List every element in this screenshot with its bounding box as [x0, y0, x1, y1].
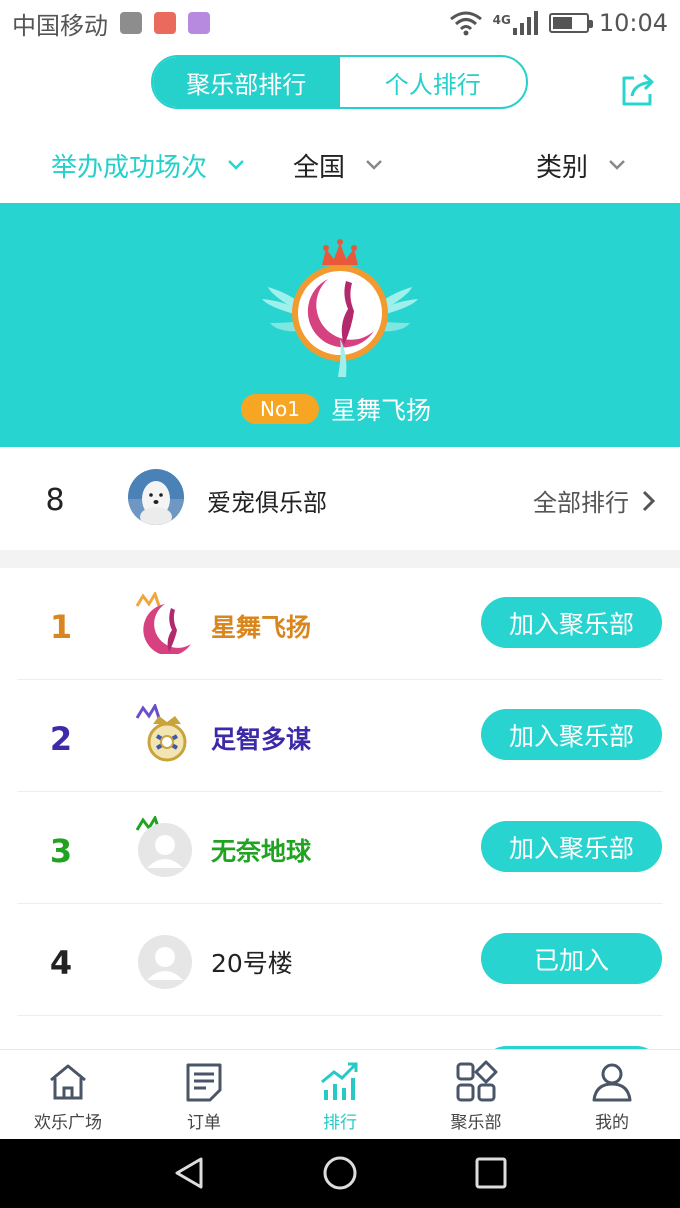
order-icon	[186, 1063, 222, 1102]
home-icon	[50, 1064, 86, 1100]
ranking-row[interactable]: 4 20号楼 已加入	[0, 904, 680, 1016]
ranking-row[interactable]: 2 足智多谋 加入聚乐部	[0, 680, 680, 792]
chart-icon	[321, 1062, 358, 1100]
nav-label: 排行	[323, 1113, 357, 1133]
nav-item-me[interactable]: 我的	[544, 1050, 680, 1139]
my-club-avatar[interactable]	[128, 469, 184, 525]
category-filter[interactable]: 类别	[536, 135, 626, 195]
join-club-button[interactable]: 加入聚乐部	[481, 597, 662, 648]
cloud-notification-icon	[154, 12, 176, 34]
wifi-icon	[449, 11, 482, 36]
category-filter-label: 类别	[536, 152, 589, 183]
gallery-notification-icon	[120, 12, 142, 34]
my-club-name[interactable]: 爱宠俱乐部	[207, 483, 327, 518]
club-logo	[135, 704, 187, 762]
club-logo	[138, 935, 192, 989]
club-logo	[135, 592, 191, 654]
no1-badge: No1	[241, 394, 319, 424]
share-icon[interactable]	[618, 70, 658, 110]
region-filter[interactable]: 全国	[293, 135, 383, 195]
battery-icon	[548, 13, 593, 33]
carrier-label: 中国移动	[12, 11, 108, 40]
network-type: 4G	[492, 13, 511, 27]
chevron-right-icon	[642, 490, 656, 511]
chevron-down-icon	[609, 160, 625, 170]
champion-emblem[interactable]	[258, 235, 422, 385]
top-club-name[interactable]: 星舞飞扬	[331, 391, 431, 427]
join-club-button[interactable]: 加入聚乐部	[481, 821, 662, 872]
chevron-down-icon	[228, 160, 244, 170]
clock: 10:04	[598, 9, 668, 37]
ranking-type-tabs: 聚乐部排行 个人排行	[151, 55, 528, 109]
tab-club-ranking[interactable]: 聚乐部排行	[153, 57, 340, 107]
rank-number: 4	[49, 944, 73, 982]
region-filter-label: 全国	[293, 152, 346, 183]
tab-personal-ranking[interactable]: 个人排行	[340, 57, 527, 107]
user-icon	[592, 1063, 632, 1102]
rank-number: 3	[49, 832, 73, 870]
joined-button[interactable]: 已加入	[481, 933, 662, 984]
nav-label: 我的	[595, 1113, 629, 1133]
club-name: 20号楼	[211, 949, 293, 978]
ranking-row[interactable]: 3 无奈地球 加入聚乐部	[0, 792, 680, 904]
status-bar: 中国移动 4G 10:04	[0, 0, 680, 46]
apps-icon	[456, 1060, 498, 1102]
bottom-nav: 欢乐广场 订单 排行 聚乐部 我的	[0, 1049, 680, 1139]
club-name: 足智多谋	[211, 725, 312, 754]
all-ranking-label: 全部排行	[533, 489, 629, 517]
chevron-down-icon	[366, 160, 382, 170]
club-name: 无奈地球	[211, 837, 312, 866]
recents-icon[interactable]	[473, 1155, 509, 1191]
nav-item-home[interactable]: 欢乐广场	[0, 1050, 136, 1139]
my-club-row: 8 爱宠俱乐部 全部排行	[0, 447, 680, 550]
back-icon[interactable]	[171, 1155, 207, 1191]
my-club-rank: 8	[45, 483, 65, 518]
nav-label: 欢乐广场	[34, 1113, 102, 1133]
rank-number: 1	[49, 608, 73, 646]
nav-item-clubs[interactable]: 聚乐部	[408, 1050, 544, 1139]
filter-bar: 举办成功场次 全国 类别	[0, 135, 680, 195]
system-nav-bar	[0, 1139, 680, 1208]
join-club-button[interactable]: 加入聚乐部	[481, 709, 662, 760]
home-circle-icon[interactable]	[322, 1155, 358, 1191]
signal-icon	[512, 11, 538, 35]
all-ranking-link[interactable]: 全部排行	[533, 483, 657, 518]
nav-item-ranking[interactable]: 排行	[272, 1050, 408, 1139]
section-divider	[0, 550, 680, 568]
nav-item-orders[interactable]: 订单	[136, 1050, 272, 1139]
metric-filter[interactable]: 举办成功场次	[51, 135, 245, 195]
club-logo	[135, 816, 192, 877]
nav-label: 订单	[187, 1113, 221, 1133]
nav-label: 聚乐部	[450, 1113, 502, 1133]
club-name: 星舞飞扬	[211, 613, 312, 642]
ranking-page: 中国移动 4G 10:04 聚乐部排行 个人排行 举办成功场次 全国 类别 No…	[0, 0, 680, 1208]
message-notification-icon	[188, 12, 210, 34]
ranking-row[interactable]: 1 星舞飞扬 加入聚乐部	[0, 568, 680, 680]
rank-number: 2	[49, 720, 73, 758]
metric-filter-label: 举办成功场次	[51, 152, 208, 183]
